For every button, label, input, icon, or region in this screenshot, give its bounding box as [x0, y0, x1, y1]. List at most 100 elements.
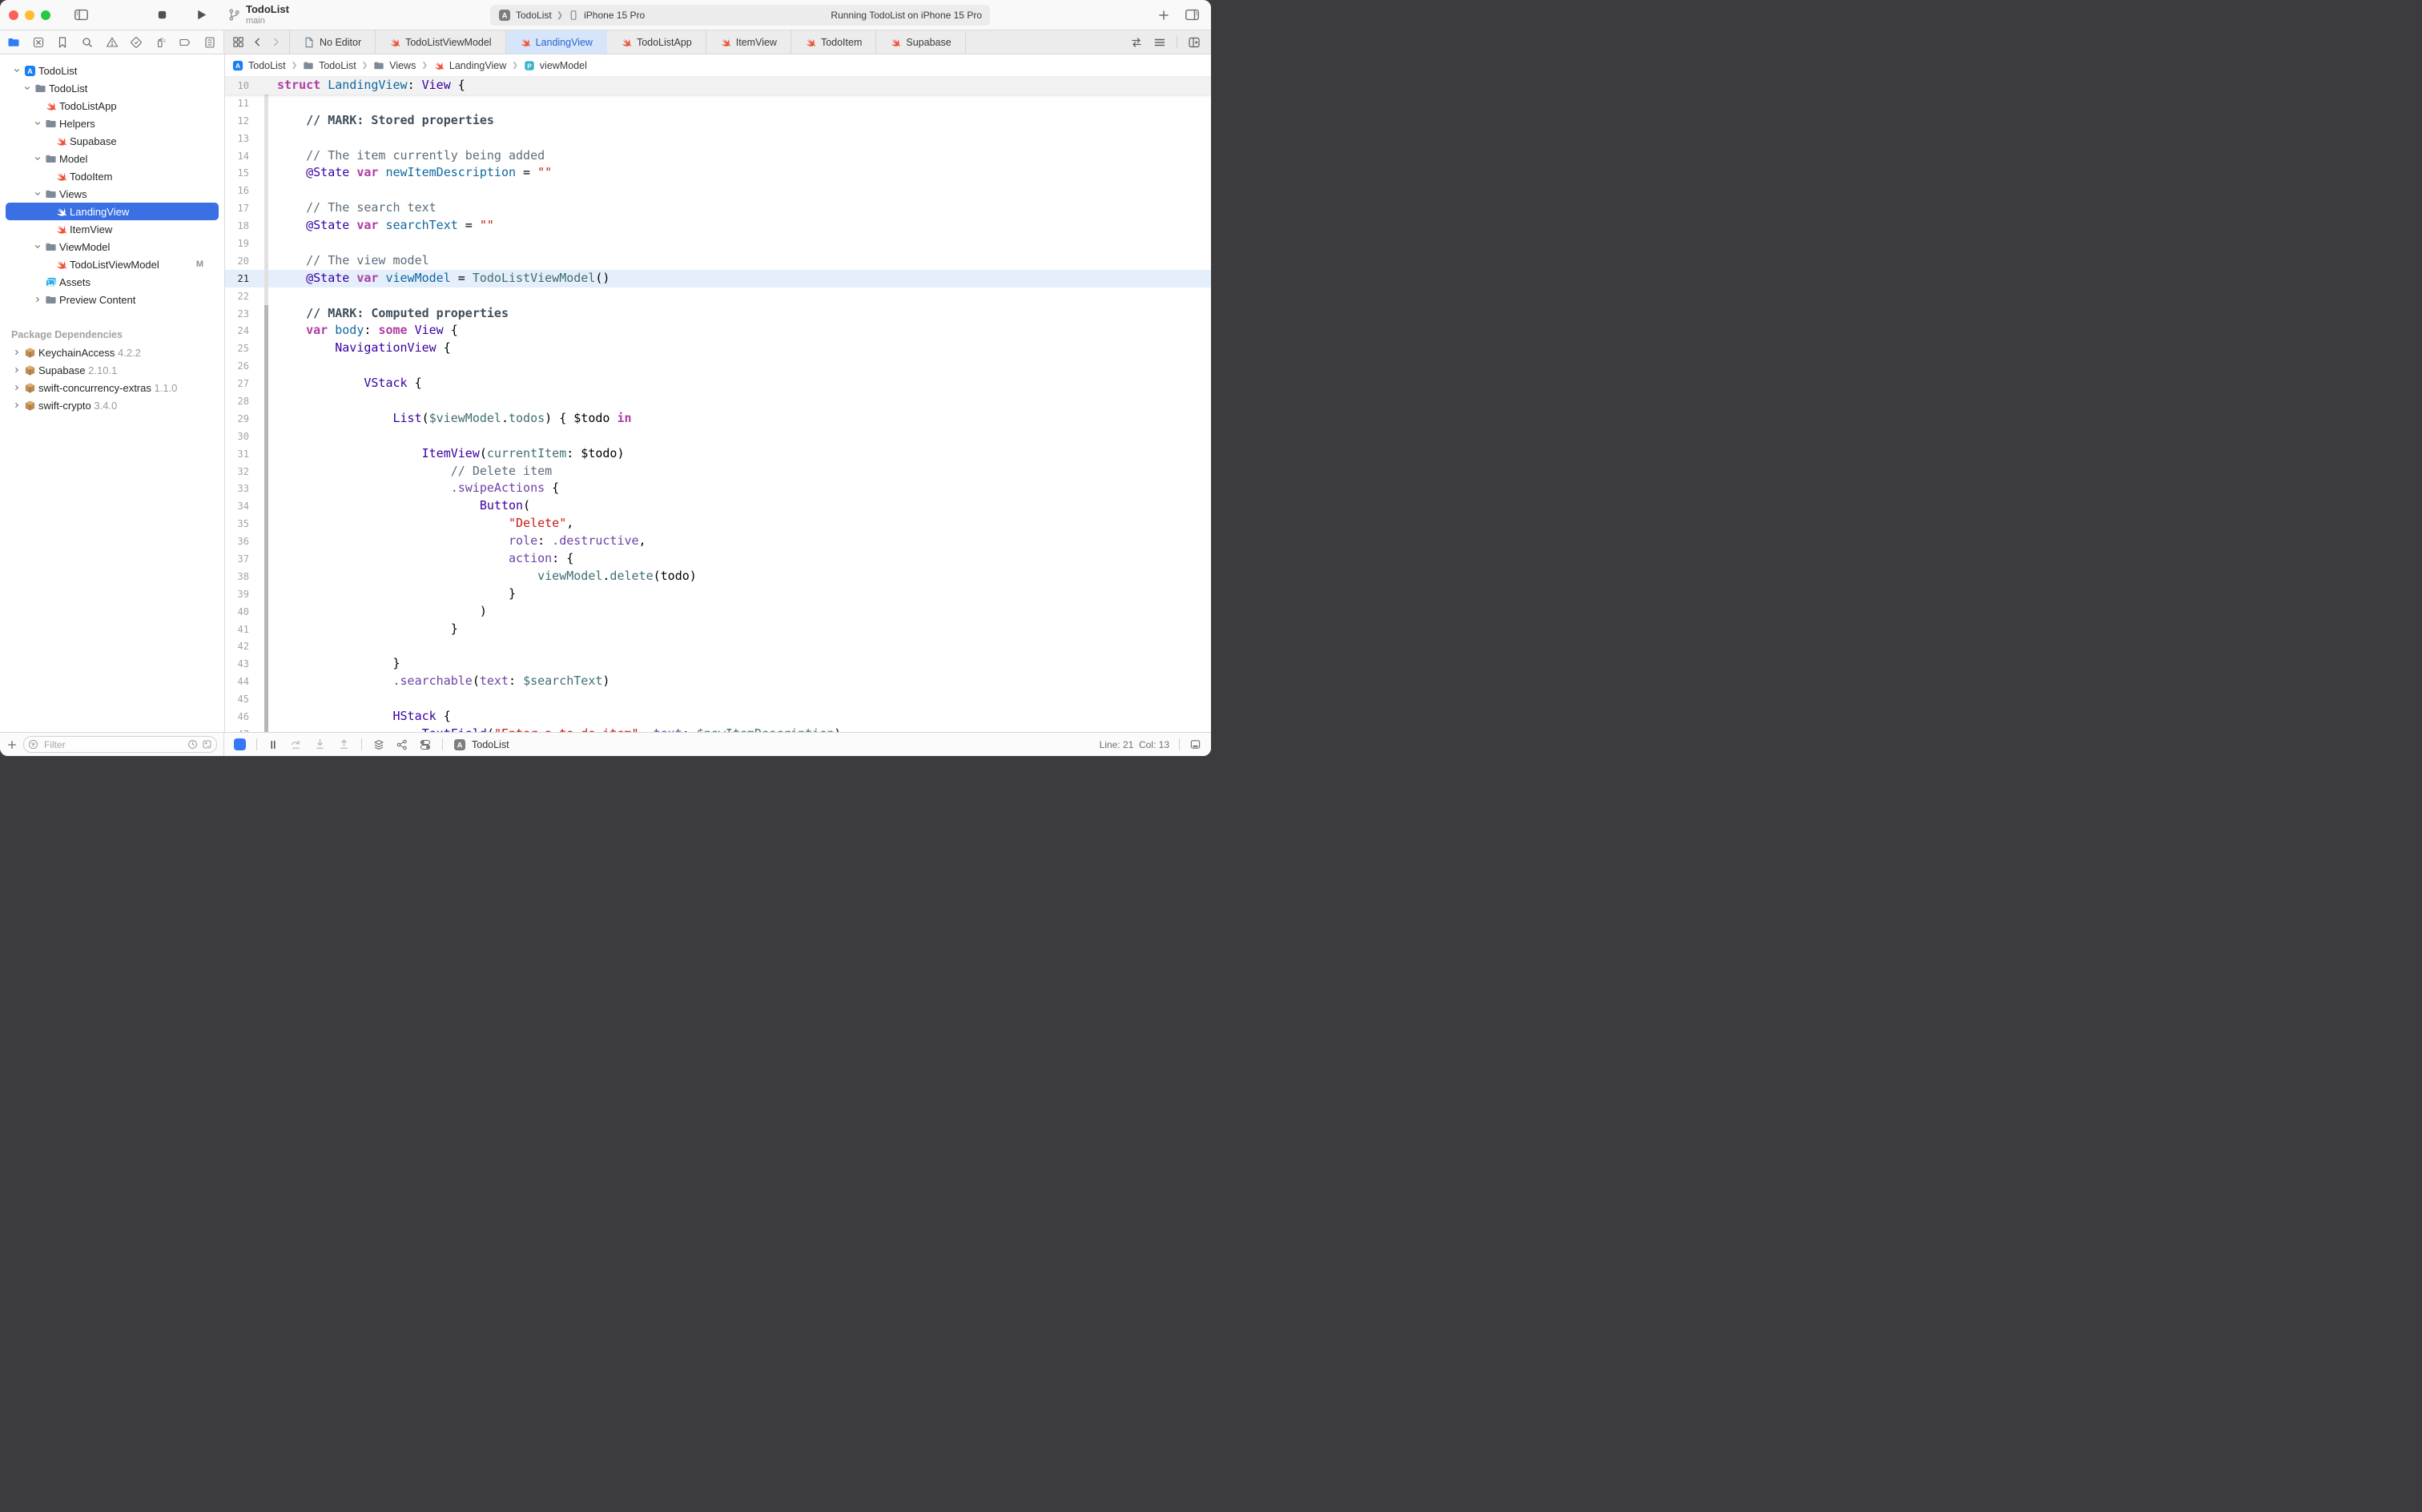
- code-line[interactable]: 28: [225, 392, 1211, 410]
- breakpoints-toggle[interactable]: [234, 738, 246, 750]
- code-line[interactable]: 16: [225, 182, 1211, 199]
- line-number[interactable]: 34: [225, 501, 249, 512]
- add-editor-icon[interactable]: [1188, 36, 1201, 49]
- sidebar-item-todolistapp[interactable]: TodoListApp: [0, 97, 224, 115]
- close-button[interactable]: [9, 10, 18, 20]
- tab-supabase[interactable]: Supabase: [876, 30, 965, 54]
- line-number[interactable]: 12: [225, 115, 249, 127]
- disclosure-right-icon[interactable]: [13, 366, 21, 374]
- tab-todoitem[interactable]: TodoItem: [791, 30, 876, 54]
- breakpoint-navigator-icon[interactable]: [179, 36, 191, 49]
- sidebar-item-assets[interactable]: Assets: [0, 273, 224, 291]
- code-line[interactable]: 23 // MARK: Computed properties: [225, 305, 1211, 323]
- sidebar-item-itemview[interactable]: ItemView: [0, 220, 224, 238]
- sidebar-item-helpers[interactable]: Helpers: [0, 115, 224, 132]
- issue-navigator-icon[interactable]: [106, 36, 119, 49]
- source-control-navigator-icon[interactable]: [32, 36, 45, 49]
- code-line[interactable]: 32 // Delete item: [225, 463, 1211, 481]
- minimize-button[interactable]: [25, 10, 34, 20]
- step-over-icon[interactable]: [289, 738, 303, 751]
- breadcrumb-item[interactable]: PviewModel: [524, 60, 587, 71]
- breadcrumb-item[interactable]: LandingView: [433, 60, 506, 71]
- line-number[interactable]: 31: [225, 448, 249, 460]
- line-number[interactable]: 22: [225, 291, 249, 302]
- code-line[interactable]: 40 ): [225, 603, 1211, 621]
- sidebar-item-supabase[interactable]: Supabase: [0, 132, 224, 150]
- step-out-icon[interactable]: [337, 738, 351, 751]
- code-line[interactable]: 11: [225, 94, 1211, 112]
- tab-overview-icon[interactable]: [232, 36, 244, 48]
- line-number[interactable]: 38: [225, 571, 249, 582]
- disclosure-down-icon[interactable]: [23, 84, 31, 92]
- code-line[interactable]: 21 @State var viewModel = TodoListViewMo…: [225, 270, 1211, 288]
- disclosure-right-icon[interactable]: [34, 296, 42, 304]
- code-line[interactable]: 42: [225, 638, 1211, 656]
- tab-todolistviewmodel[interactable]: TodoListViewModel: [376, 30, 505, 54]
- code-line[interactable]: 13: [225, 130, 1211, 147]
- tab-landingview[interactable]: LandingView: [506, 30, 607, 54]
- line-number[interactable]: 32: [225, 466, 249, 477]
- code-line[interactable]: 18 @State var searchText = "": [225, 217, 1211, 235]
- tab-todolistapp[interactable]: TodoListApp: [607, 30, 706, 54]
- filter-input[interactable]: [42, 738, 183, 751]
- line-number[interactable]: 19: [225, 238, 249, 249]
- code-line[interactable]: 10struct LandingView: View {: [225, 77, 1211, 94]
- code-line[interactable]: 19: [225, 235, 1211, 252]
- run-button[interactable]: [195, 8, 208, 22]
- project-navigator-icon[interactable]: [7, 36, 20, 49]
- stop-button[interactable]: [156, 9, 168, 21]
- line-number[interactable]: 43: [225, 658, 249, 670]
- package-item-keychainaccess[interactable]: KeychainAccess 4.2.2: [0, 344, 224, 361]
- line-number[interactable]: 40: [225, 606, 249, 617]
- debug-navigator-icon[interactable]: [155, 36, 167, 49]
- pause-execution-icon[interactable]: [268, 739, 279, 750]
- code-line[interactable]: 33 .swipeActions {: [225, 480, 1211, 497]
- code-line[interactable]: 41 }: [225, 621, 1211, 638]
- line-number[interactable]: 26: [225, 360, 249, 372]
- line-number[interactable]: 45: [225, 694, 249, 705]
- toggle-right-sidebar-icon[interactable]: [1185, 7, 1200, 22]
- sidebar-item-todolistviewmodel[interactable]: TodoListViewModelM: [0, 255, 224, 273]
- zoom-button[interactable]: [41, 10, 50, 20]
- package-item-swift-crypto[interactable]: swift-crypto 3.4.0: [0, 396, 224, 414]
- code-line[interactable]: 45: [225, 690, 1211, 708]
- report-navigator-icon[interactable]: [203, 36, 216, 49]
- package-item-supabase[interactable]: Supabase 2.10.1: [0, 361, 224, 379]
- code-line[interactable]: 14 // The item currently being added: [225, 147, 1211, 165]
- add-item-icon[interactable]: [6, 739, 18, 750]
- memory-graph-icon[interactable]: [396, 738, 408, 751]
- code-line[interactable]: 20 // The view model: [225, 252, 1211, 270]
- code-line[interactable]: 43 }: [225, 655, 1211, 673]
- sidebar-item-landingview[interactable]: LandingView: [0, 203, 224, 220]
- breadcrumb-item[interactable]: ATodoList: [232, 60, 286, 71]
- disclosure-right-icon[interactable]: [13, 384, 21, 392]
- back-icon[interactable]: [252, 37, 263, 47]
- disclosure-down-icon[interactable]: [34, 243, 42, 251]
- adjust-editor-icon[interactable]: [1153, 36, 1166, 49]
- environment-overrides-icon[interactable]: [419, 738, 432, 751]
- sidebar-item-preview-content[interactable]: Preview Content: [0, 291, 224, 308]
- code-line[interactable]: 36 role: .destructive,: [225, 533, 1211, 550]
- code-line[interactable]: 38 viewModel.delete(todo): [225, 568, 1211, 585]
- forward-icon[interactable]: [271, 37, 281, 47]
- test-navigator-icon[interactable]: [130, 36, 143, 49]
- line-number[interactable]: 33: [225, 483, 249, 494]
- disclosure-down-icon[interactable]: [34, 155, 42, 163]
- line-number[interactable]: 41: [225, 624, 249, 635]
- code-line[interactable]: 12 // MARK: Stored properties: [225, 112, 1211, 130]
- line-number[interactable]: 42: [225, 641, 249, 652]
- line-number[interactable]: 24: [225, 325, 249, 336]
- breadcrumb-item[interactable]: TodoList: [303, 60, 356, 71]
- add-tab-icon[interactable]: [1157, 9, 1170, 22]
- code-line[interactable]: 27 VStack {: [225, 375, 1211, 392]
- line-number[interactable]: 16: [225, 185, 249, 196]
- code-line[interactable]: 37 action: {: [225, 550, 1211, 568]
- code-line[interactable]: 29 List($viewModel.todos) { $todo in: [225, 410, 1211, 428]
- line-number[interactable]: 36: [225, 536, 249, 547]
- line-number[interactable]: 39: [225, 589, 249, 600]
- tab-no-editor[interactable]: No Editor: [289, 30, 376, 54]
- code-review-icon[interactable]: [1130, 36, 1143, 49]
- code-line[interactable]: 39 }: [225, 585, 1211, 603]
- view-hierarchy-icon[interactable]: [372, 738, 385, 751]
- code-line[interactable]: 25 NavigationView {: [225, 340, 1211, 357]
